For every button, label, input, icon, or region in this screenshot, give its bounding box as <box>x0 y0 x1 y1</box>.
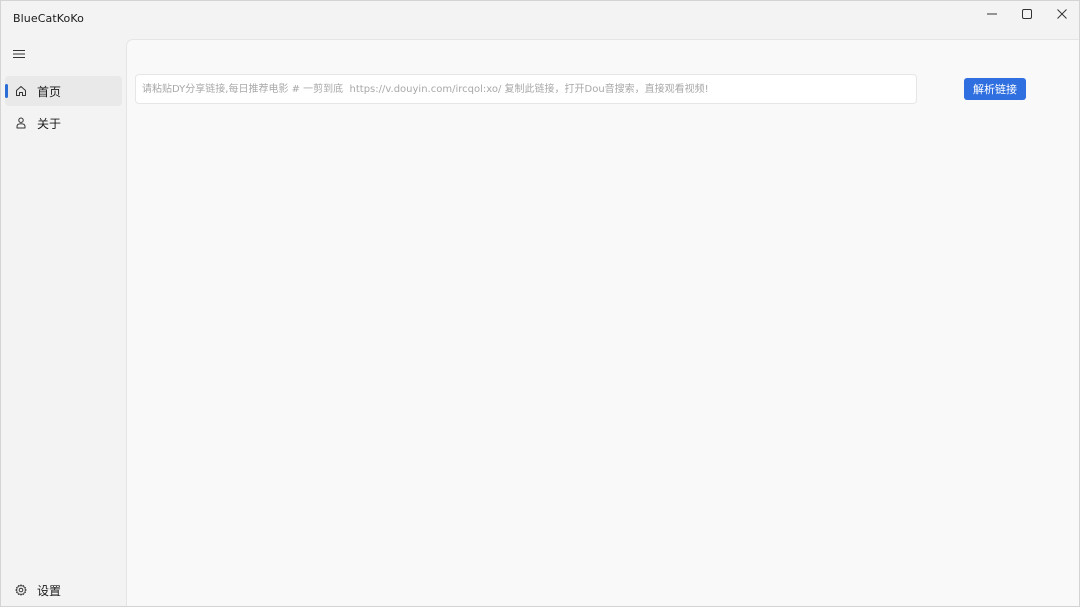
window-title: BlueCatKoKo <box>13 12 84 25</box>
gear-icon <box>14 583 28 597</box>
maximize-button[interactable] <box>1009 1 1044 27</box>
sidebar-item-label: 首页 <box>37 85 62 99</box>
sidebar-item-label: 设置 <box>37 584 62 598</box>
nav-toggle-button[interactable] <box>11 46 27 62</box>
close-button[interactable] <box>1044 1 1079 27</box>
maximize-icon <box>1021 9 1032 19</box>
sidebar-item-home[interactable]: 首页 <box>5 76 122 106</box>
hamburger-icon <box>13 50 25 58</box>
minimize-button[interactable] <box>974 1 1009 27</box>
parse-link-button[interactable]: 解析链接 <box>964 78 1026 100</box>
sidebar-item-settings[interactable]: 设置 <box>5 575 122 605</box>
app-window: BlueCatKoKo 首页 关于 设置 请粘贴DY分享链接,每日推荐电影 # … <box>0 0 1080 607</box>
minimize-icon <box>986 13 997 15</box>
sidebar-item-about[interactable]: 关于 <box>5 108 122 138</box>
sidebar-item-label: 关于 <box>37 117 62 131</box>
active-indicator <box>5 84 8 98</box>
home-icon <box>14 84 28 98</box>
close-icon <box>1056 9 1067 19</box>
share-link-input[interactable] <box>135 74 917 104</box>
about-icon <box>14 116 28 130</box>
window-controls <box>974 1 1079 27</box>
main-content: 解析链接 <box>126 39 1079 606</box>
title-bar[interactable]: BlueCatKoKo <box>1 1 1079 37</box>
